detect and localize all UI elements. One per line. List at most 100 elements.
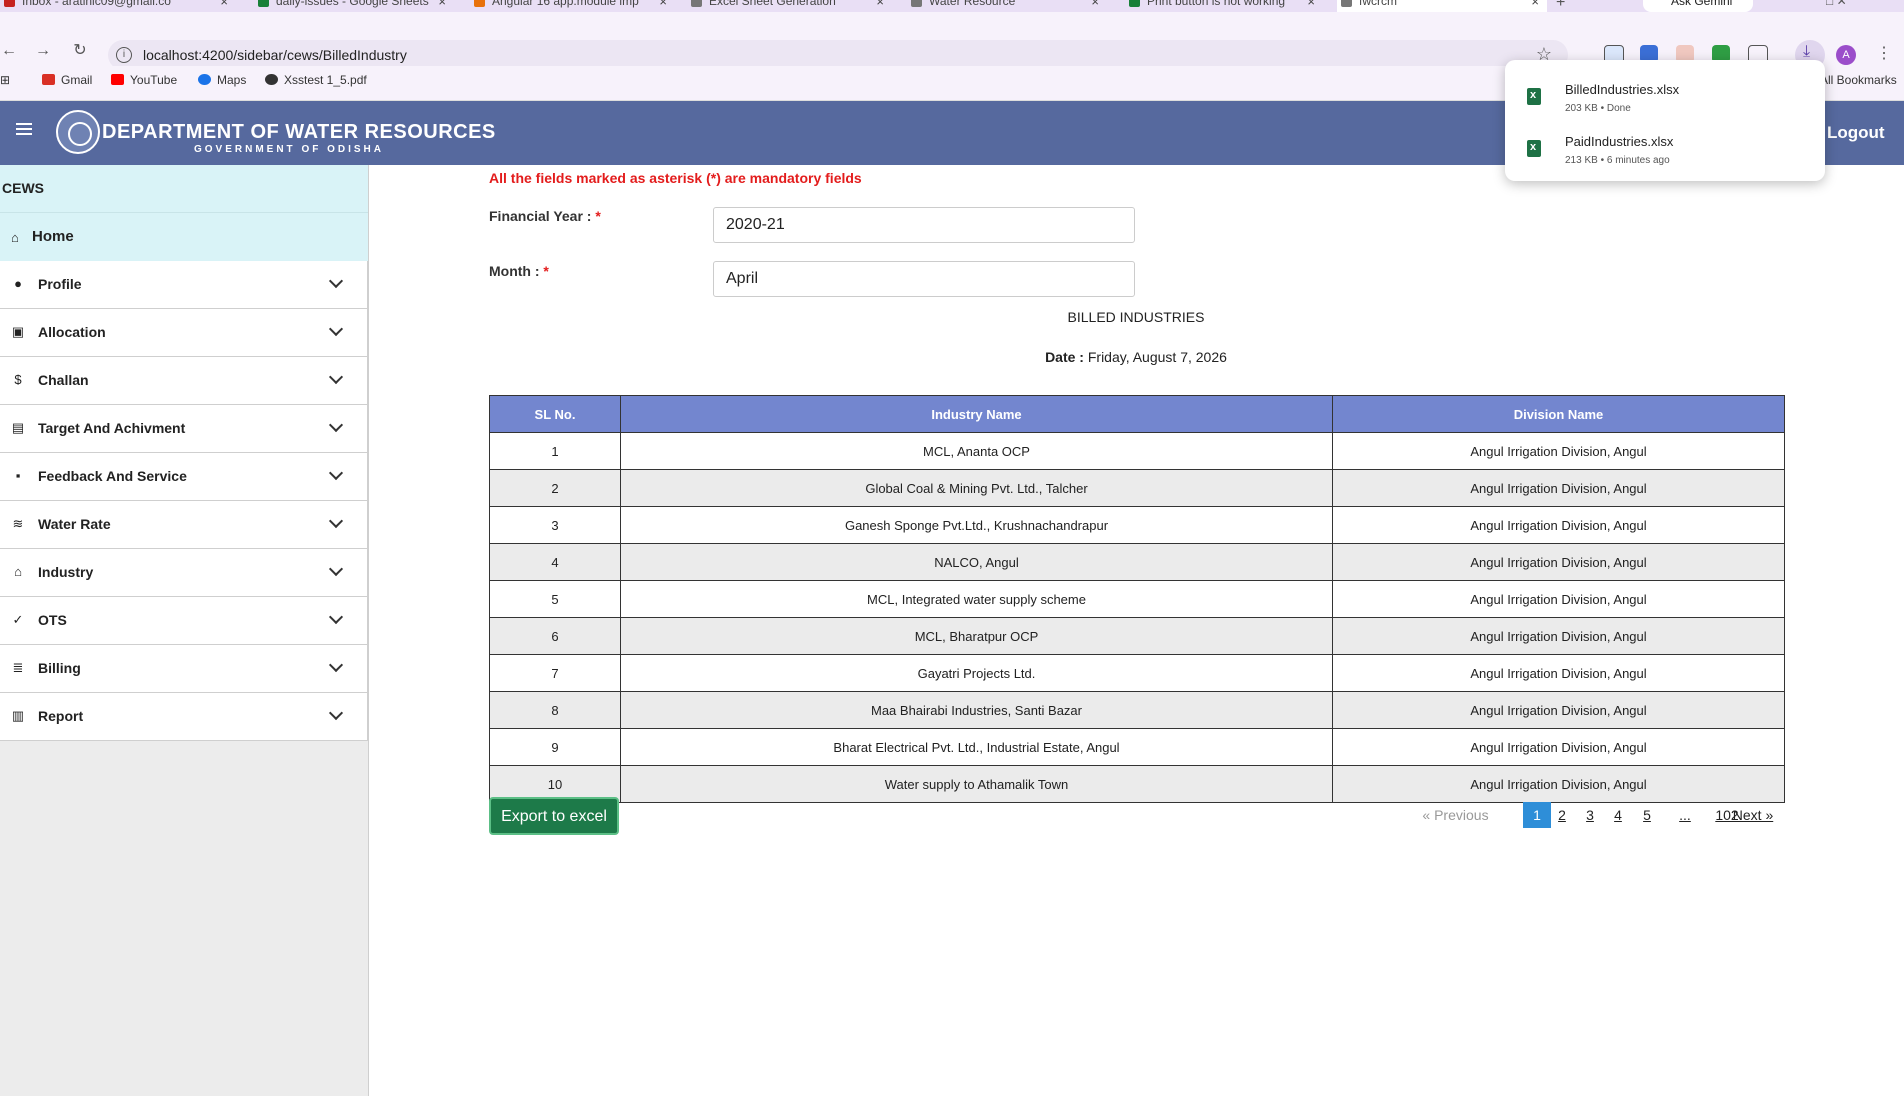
avatar[interactable]: A <box>1836 45 1856 65</box>
pagination-next[interactable]: Next » <box>1723 802 1783 828</box>
cell-sl-no: 8 <box>489 691 621 729</box>
menu-icon[interactable] <box>16 123 32 135</box>
cell-industry-name: Global Coal & Mining Pvt. Ltd., Talcher <box>620 469 1333 507</box>
browser-tab[interactable]: Angular 16 app.module imp × <box>470 0 675 12</box>
sidebar-item-home[interactable]: ⌂ Home <box>0 212 368 262</box>
bookmark-item[interactable]: Gmail <box>42 73 92 87</box>
all-bookmarks[interactable]: All Bookmarks <box>1820 73 1897 87</box>
logout-button[interactable]: Logout <box>1827 123 1885 143</box>
sidebar-item-report[interactable]: ▥ Report <box>0 693 368 741</box>
tab-favicon-icon <box>4 0 15 7</box>
chevron-down-icon[interactable] <box>328 609 344 625</box>
close-icon[interactable]: × <box>220 0 228 9</box>
chevron-down-icon[interactable] <box>328 657 344 673</box>
close-icon[interactable]: × <box>1307 0 1315 9</box>
pagination-page[interactable]: 4 <box>1607 802 1629 828</box>
download-item[interactable]: BilledIndustries.xlsx 203 KB • Done <box>1505 74 1825 126</box>
sidebar-item-label: Feedback And Service <box>38 468 187 484</box>
cell-division-name: Angul Irrigation Division, Angul <box>1332 432 1785 470</box>
ask-gemini-button[interactable]: Ask Gemini <box>1643 0 1753 12</box>
tab-favicon-icon <box>911 0 922 7</box>
reload-icon[interactable]: ↻ <box>71 42 89 60</box>
bookmark-item[interactable]: Maps <box>198 73 246 87</box>
close-icon[interactable]: × <box>659 0 667 9</box>
report-date-label: Date : <box>1045 349 1088 365</box>
bookmark-favicon-icon <box>42 74 55 85</box>
close-icon[interactable]: × <box>1091 0 1099 9</box>
pagination-page[interactable]: 1 <box>1523 802 1551 828</box>
required-mark: * <box>595 208 601 224</box>
apps-icon[interactable]: ⊞ <box>0 73 10 87</box>
new-tab-icon[interactable]: + <box>1556 0 1565 12</box>
browser-tab[interactable]: Inbox - aratinic09@gmail.co × <box>0 0 236 12</box>
sidebar-item-industry[interactable]: ⌂ Industry <box>0 549 368 597</box>
sidebar-item-target-and-achivment[interactable]: ▤ Target And Achivment <box>0 405 368 453</box>
pagination-page[interactable]: 2 <box>1551 802 1573 828</box>
sidebar-item-ots[interactable]: ✓ OTS <box>0 597 368 645</box>
window-controls[interactable]: □ ✕ <box>1826 0 1847 8</box>
close-icon[interactable]: × <box>876 0 884 9</box>
bookmark-item[interactable]: YouTube <box>111 73 177 87</box>
bookmark-item[interactable]: Xsstest 1_5.pdf <box>265 73 367 87</box>
cell-division-name: Angul Irrigation Division, Angul <box>1332 728 1785 766</box>
chevron-down-icon[interactable] <box>328 513 344 529</box>
chevron-down-icon[interactable] <box>328 417 344 433</box>
sidebar-item-challan[interactable]: $ Challan <box>0 357 368 405</box>
chevron-down-icon[interactable] <box>328 369 344 385</box>
sidebar-item-allocation[interactable]: ▣ Allocation <box>0 309 368 357</box>
cell-sl-no: 1 <box>489 432 621 470</box>
report-date: Date : Friday, August 7, 2026 <box>369 349 1903 365</box>
site-info-icon[interactable]: i <box>116 47 132 63</box>
close-icon[interactable]: × <box>438 0 446 9</box>
sidebar-item-billing[interactable]: ≣ Billing <box>0 645 368 693</box>
table-row: 6 MCL, Bharatpur OCP Angul Irrigation Divi… <box>489 617 1785 655</box>
department-title: DEPARTMENT OF WATER RESOURCES <box>102 121 496 143</box>
pagination-page[interactable]: 5 <box>1636 802 1658 828</box>
back-icon[interactable]: ← <box>0 42 18 60</box>
browser-tab[interactable]: Print button is not working × <box>1125 0 1323 12</box>
export-to-excel-button[interactable]: Export to excel <box>489 797 619 835</box>
mandatory-note: All the fields marked as asterisk (*) ar… <box>489 170 862 186</box>
table-row: 9 Bharat Electrical Pvt. Ltd., Industrial… <box>489 728 1785 766</box>
pagination-page[interactable]: 3 <box>1579 802 1601 828</box>
chevron-down-icon[interactable] <box>328 561 344 577</box>
sidebar-item-profile[interactable]: ● Profile <box>0 261 368 309</box>
financial-year-select[interactable]: 2020-21 <box>713 207 1135 243</box>
tab-label: Print button is not working <box>1147 0 1286 8</box>
download-file-meta: 203 KB • Done <box>1565 103 1631 114</box>
table-row: 2 Global Coal & Mining Pvt. Ltd., Talcher… <box>489 469 1785 507</box>
url-text[interactable]: localhost:4200/sidebar/cews/BilledIndust… <box>143 47 407 63</box>
check-icon: ✓ <box>12 612 24 627</box>
cell-division-name: Angul Irrigation Division, Angul <box>1332 580 1785 618</box>
download-item[interactable]: PaidIndustries.xlsx 213 KB • 6 minutes ag… <box>1505 126 1825 178</box>
close-icon[interactable]: × <box>1531 0 1539 9</box>
chevron-down-icon[interactable] <box>328 321 344 337</box>
browser-tab[interactable]: Water Resource × <box>907 0 1107 12</box>
browser-tab[interactable]: Excel Sheet Generation × <box>687 0 892 12</box>
sidebar-section-title: CEWS <box>0 165 368 212</box>
browser-tab-strip: Inbox - aratinic09@gmail.co × daily-issues… <box>0 0 1904 12</box>
browser-tab[interactable]: fwcrcm × <box>1337 0 1547 12</box>
cell-division-name: Angul Irrigation Division, Angul <box>1332 543 1785 581</box>
sidebar-item-feedback-and-service[interactable]: ▪ Feedback And Service <box>0 453 368 501</box>
download-file-name: PaidIndustries.xlsx <box>1565 134 1674 149</box>
forward-icon[interactable]: → <box>34 42 52 60</box>
report-date-value: Friday, August 7, 2026 <box>1087 349 1227 365</box>
column-header-division-name: Division Name <box>1332 395 1785 433</box>
more-menu-icon[interactable]: ⋮ <box>1876 43 1892 63</box>
sidebar-item-water-rate[interactable]: ≋ Water Rate <box>0 501 368 549</box>
chevron-down-icon[interactable] <box>328 705 344 721</box>
browser-tab[interactable]: daily-issues - Google Sheets × <box>254 0 454 12</box>
sidebar: CEWS ⌂ Home ● Profile ▣ Allocation $ Challan ▤… <box>0 165 369 1096</box>
cell-sl-no: 7 <box>489 654 621 692</box>
excel-file-icon <box>1527 88 1541 105</box>
bookmark-label: Maps <box>217 73 247 87</box>
required-mark: * <box>543 263 549 279</box>
month-select[interactable]: April <box>713 261 1135 297</box>
pagination-page[interactable]: ... <box>1665 802 1705 828</box>
column-header-industry-name: Industry Name <box>620 395 1333 433</box>
chevron-down-icon[interactable] <box>328 273 344 289</box>
month-label-text: Month : <box>489 263 544 279</box>
download-icon: ⤓ <box>1803 43 1811 60</box>
chevron-down-icon[interactable] <box>328 465 344 481</box>
